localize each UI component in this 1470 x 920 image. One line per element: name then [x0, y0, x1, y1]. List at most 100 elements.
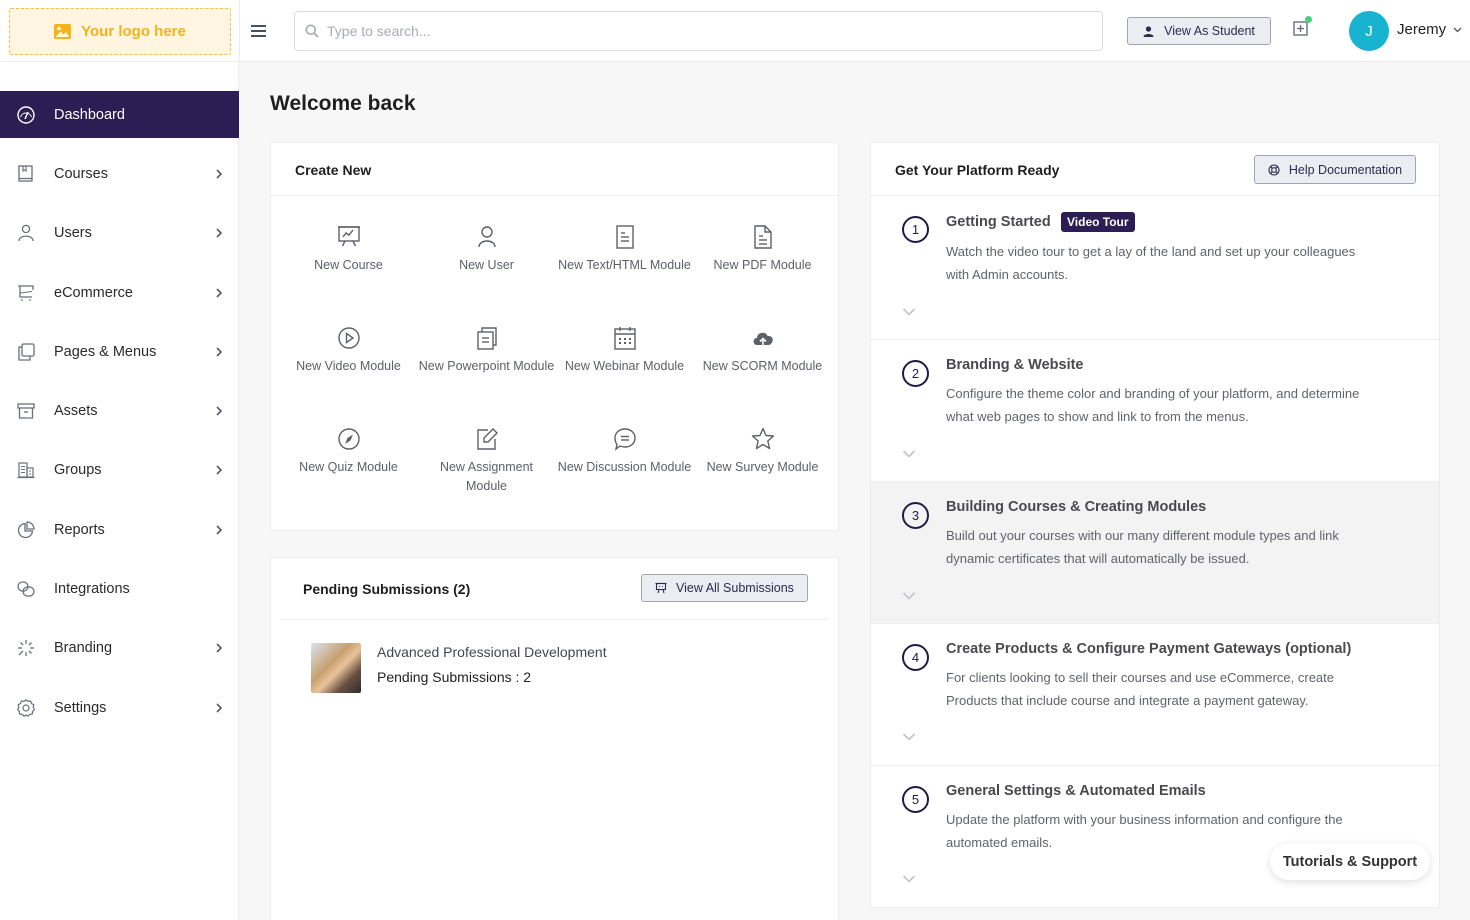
sidebar-item-label: Settings — [54, 699, 107, 716]
expand-step-button[interactable] — [902, 307, 916, 317]
chevron-down-icon — [902, 874, 916, 884]
create-new-text-html-module[interactable]: New Text/HTML Module — [556, 224, 693, 275]
avatar[interactable]: J — [1349, 11, 1389, 51]
sidebar-item-label: Pages & Menus — [54, 343, 157, 360]
user-icon — [16, 223, 36, 243]
create-new-course[interactable]: New Course — [280, 224, 417, 275]
archive-box-icon — [16, 401, 36, 421]
sidebar-item-dashboard[interactable]: Dashboard — [0, 91, 239, 138]
sidebar-item-reports[interactable]: Reports — [0, 506, 239, 553]
pdf-file-icon — [750, 224, 776, 250]
sidebar: Dashboard Courses Users eCommerce Pages … — [0, 62, 239, 920]
user-name: Jeremy — [1397, 21, 1447, 38]
create-item-label: New PDF Module — [713, 258, 812, 272]
create-new-webinar-module[interactable]: New Webinar Module — [556, 325, 693, 376]
chevron-down-icon — [902, 591, 916, 601]
logo-text: Your logo here — [81, 23, 186, 40]
user-solid-icon — [1143, 25, 1154, 37]
create-item-label: New Powerpoint Module — [418, 359, 555, 373]
view-all-submissions-button[interactable]: View All Submissions — [641, 574, 808, 602]
pie-chart-icon — [16, 520, 36, 540]
step-number: 4 — [902, 644, 929, 671]
sidebar-item-courses[interactable]: Courses — [0, 150, 239, 197]
create-new-user[interactable]: New User — [418, 224, 555, 275]
chevron-down-icon — [902, 449, 916, 459]
menu-toggle-button[interactable] — [250, 22, 268, 40]
add-widget-button[interactable] — [1293, 16, 1312, 40]
create-new-discussion-module[interactable]: New Discussion Module — [556, 426, 693, 477]
search-input[interactable] — [327, 23, 1102, 39]
step-description: For clients looking to sell their course… — [946, 670, 1335, 708]
pending-submissions-card: Pending Submissions (2) View All Submiss… — [270, 557, 839, 920]
card-title: Pending Submissions (2) — [303, 581, 471, 597]
create-item-label: New Webinar Module — [564, 359, 685, 373]
text-document-icon — [612, 224, 638, 250]
create-new-quiz-module[interactable]: New Quiz Module — [280, 426, 417, 477]
step-description: Build out your courses with our many dif… — [946, 528, 1339, 566]
play-circle-icon — [336, 325, 362, 351]
sidebar-item-label: eCommerce — [54, 284, 133, 301]
lifebuoy-icon — [1268, 163, 1280, 176]
expand-step-button[interactable] — [902, 874, 916, 884]
create-item-label: New User — [459, 258, 514, 272]
create-new-video-module[interactable]: New Video Module — [280, 325, 417, 376]
link-icon — [16, 579, 36, 599]
step-number: 3 — [902, 502, 929, 529]
user-menu[interactable]: Jeremy — [1397, 21, 1462, 38]
chevron-right-icon — [214, 346, 224, 358]
cloud-upload-icon — [750, 325, 776, 351]
create-item-label: New Course — [314, 258, 383, 272]
expand-step-button[interactable] — [902, 449, 916, 459]
search-box[interactable] — [294, 11, 1103, 51]
create-item-label: New SCORM Module — [702, 359, 823, 373]
step-number: 5 — [902, 786, 929, 813]
video-tour-badge[interactable]: Video Tour — [1061, 212, 1135, 232]
card-title: Create New — [295, 162, 372, 178]
view-as-student-button[interactable]: View As Student — [1127, 17, 1271, 45]
chevron-right-icon — [214, 168, 224, 180]
sidebar-item-assets[interactable]: Assets — [0, 387, 239, 434]
submission-course-title[interactable]: Advanced Professional Development — [377, 644, 607, 660]
copy-slides-icon — [474, 325, 500, 351]
step-title: General Settings & Automated Emails — [946, 783, 1206, 799]
sparkle-icon — [16, 638, 36, 658]
sidebar-item-pages-menus[interactable]: Pages & Menus — [0, 328, 239, 375]
sidebar-item-ecommerce[interactable]: eCommerce — [0, 269, 239, 316]
step-title: Branding & Website — [946, 357, 1084, 373]
step-description: Watch the video tour to get a lay of the… — [946, 244, 1356, 282]
notification-dot — [1305, 16, 1312, 23]
create-new-survey-module[interactable]: New Survey Module — [694, 426, 831, 477]
compass-icon — [336, 426, 362, 452]
user-icon — [474, 224, 500, 250]
sidebar-item-settings[interactable]: Settings — [0, 684, 239, 731]
create-new-assignment-module[interactable]: New Assignment Module — [418, 426, 555, 495]
divider — [271, 195, 838, 196]
help-documentation-label: Help Documentation — [1288, 162, 1403, 177]
create-new-scorm-module[interactable]: New SCORM Module — [694, 325, 831, 376]
expand-step-button[interactable] — [902, 591, 916, 601]
create-item-label: New Video Module — [296, 359, 401, 373]
chevron-right-icon — [214, 524, 224, 536]
course-thumbnail[interactable] — [311, 643, 361, 693]
presentation-icon — [655, 582, 667, 594]
chevron-down-icon — [1453, 27, 1462, 33]
help-documentation-button[interactable]: Help Documentation — [1254, 155, 1416, 184]
expand-step-button[interactable] — [902, 732, 916, 742]
chevron-right-icon — [214, 405, 224, 417]
calendar-icon — [612, 325, 638, 351]
divider — [239, 0, 240, 62]
sidebar-item-integrations[interactable]: Integrations — [0, 565, 239, 612]
sidebar-item-users[interactable]: Users — [0, 209, 239, 256]
chevron-right-icon — [214, 642, 224, 654]
create-new-pdf-module[interactable]: New PDF Module — [694, 224, 831, 275]
view-as-student-label: View As Student — [1164, 24, 1255, 38]
tutorials-support-button[interactable]: Tutorials & Support — [1270, 843, 1430, 880]
sidebar-item-label: Reports — [54, 521, 105, 538]
sidebar-item-label: Dashboard — [54, 106, 125, 123]
sidebar-item-branding[interactable]: Branding — [0, 624, 239, 671]
sidebar-item-groups[interactable]: Groups — [0, 446, 239, 493]
create-new-powerpoint-module[interactable]: New Powerpoint Module — [418, 325, 555, 376]
step-number: 2 — [902, 360, 929, 387]
sidebar-item-label: Assets — [54, 402, 98, 419]
logo-placeholder[interactable]: Your logo here — [9, 8, 231, 55]
